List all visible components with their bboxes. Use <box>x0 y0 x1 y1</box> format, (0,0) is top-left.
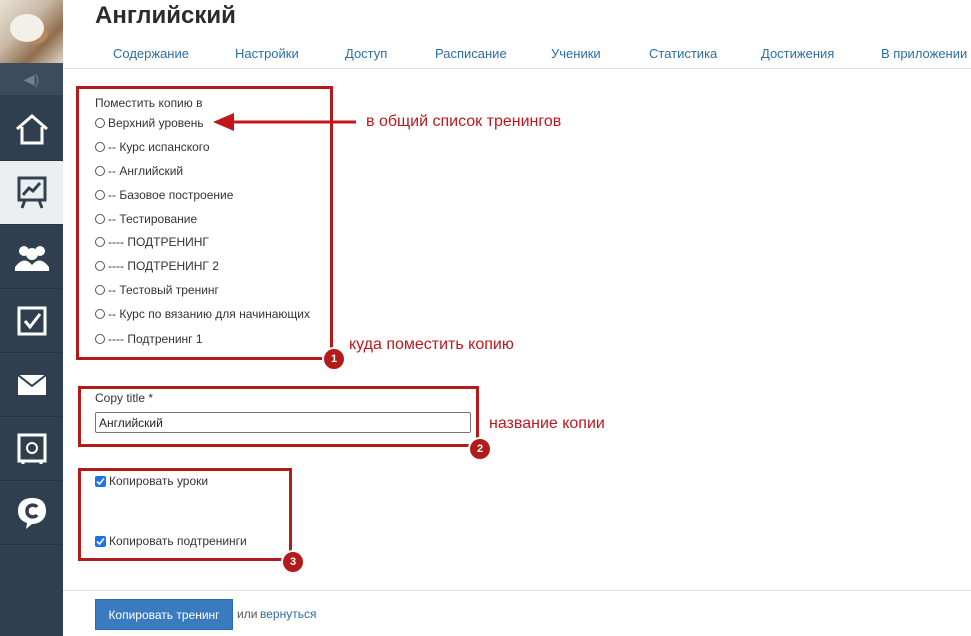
users-icon <box>14 245 49 271</box>
safe-icon <box>17 433 46 464</box>
tab-in-app[interactable]: В приложении <box>881 46 967 61</box>
home-icon <box>15 113 48 144</box>
sidebar-item-trainings[interactable] <box>0 161 63 225</box>
tab-statistics[interactable]: Статистика <box>649 46 717 61</box>
tab-schedule[interactable]: Расписание <box>435 46 507 61</box>
annotation-text-title: название копии <box>489 415 605 432</box>
annotation-arrow <box>213 113 356 131</box>
tab-access[interactable]: Доступ <box>345 46 387 61</box>
avatar[interactable] <box>0 0 63 63</box>
sidebar-item-chat[interactable] <box>0 481 63 545</box>
copy-training-button[interactable]: Копировать тренинг <box>95 599 233 630</box>
page-title: Английский <box>95 2 236 29</box>
sidebar-item-tasks[interactable] <box>0 289 63 353</box>
annotation-badge-3: 3 <box>281 550 305 574</box>
tab-achievements[interactable]: Достижения <box>761 46 834 61</box>
annotation-badge-1: 1 <box>322 347 346 371</box>
annotation-box-2 <box>78 386 479 447</box>
back-link[interactable]: вернуться <box>260 607 316 621</box>
trainings-chart-icon <box>17 176 46 209</box>
tab-settings[interactable]: Настройки <box>235 46 299 61</box>
annotation-text-place: куда поместить копию <box>349 336 514 353</box>
speaker-icon[interactable]: ◀) <box>0 63 63 95</box>
tab-bar: Содержание Настройки Доступ Расписание У… <box>63 46 971 69</box>
annotation-text-top-level: в общий список тренингов <box>366 113 562 130</box>
sidebar-item-users[interactable] <box>0 225 63 289</box>
tab-content[interactable]: Содержание <box>113 46 189 61</box>
tasks-checkbox-icon <box>17 306 46 335</box>
sidebar-item-mail[interactable] <box>0 353 63 417</box>
divider <box>63 590 971 591</box>
annotation-badge-2: 2 <box>468 437 492 461</box>
or-text: или <box>237 607 258 621</box>
chat-c-icon <box>17 497 46 529</box>
sidebar-item-home[interactable] <box>0 97 63 161</box>
sidebar: ◀) <box>0 0 63 636</box>
tab-students[interactable]: Ученики <box>551 46 601 61</box>
mail-icon <box>16 373 47 395</box>
annotation-box-3 <box>78 468 292 561</box>
sidebar-item-safe[interactable] <box>0 417 63 481</box>
